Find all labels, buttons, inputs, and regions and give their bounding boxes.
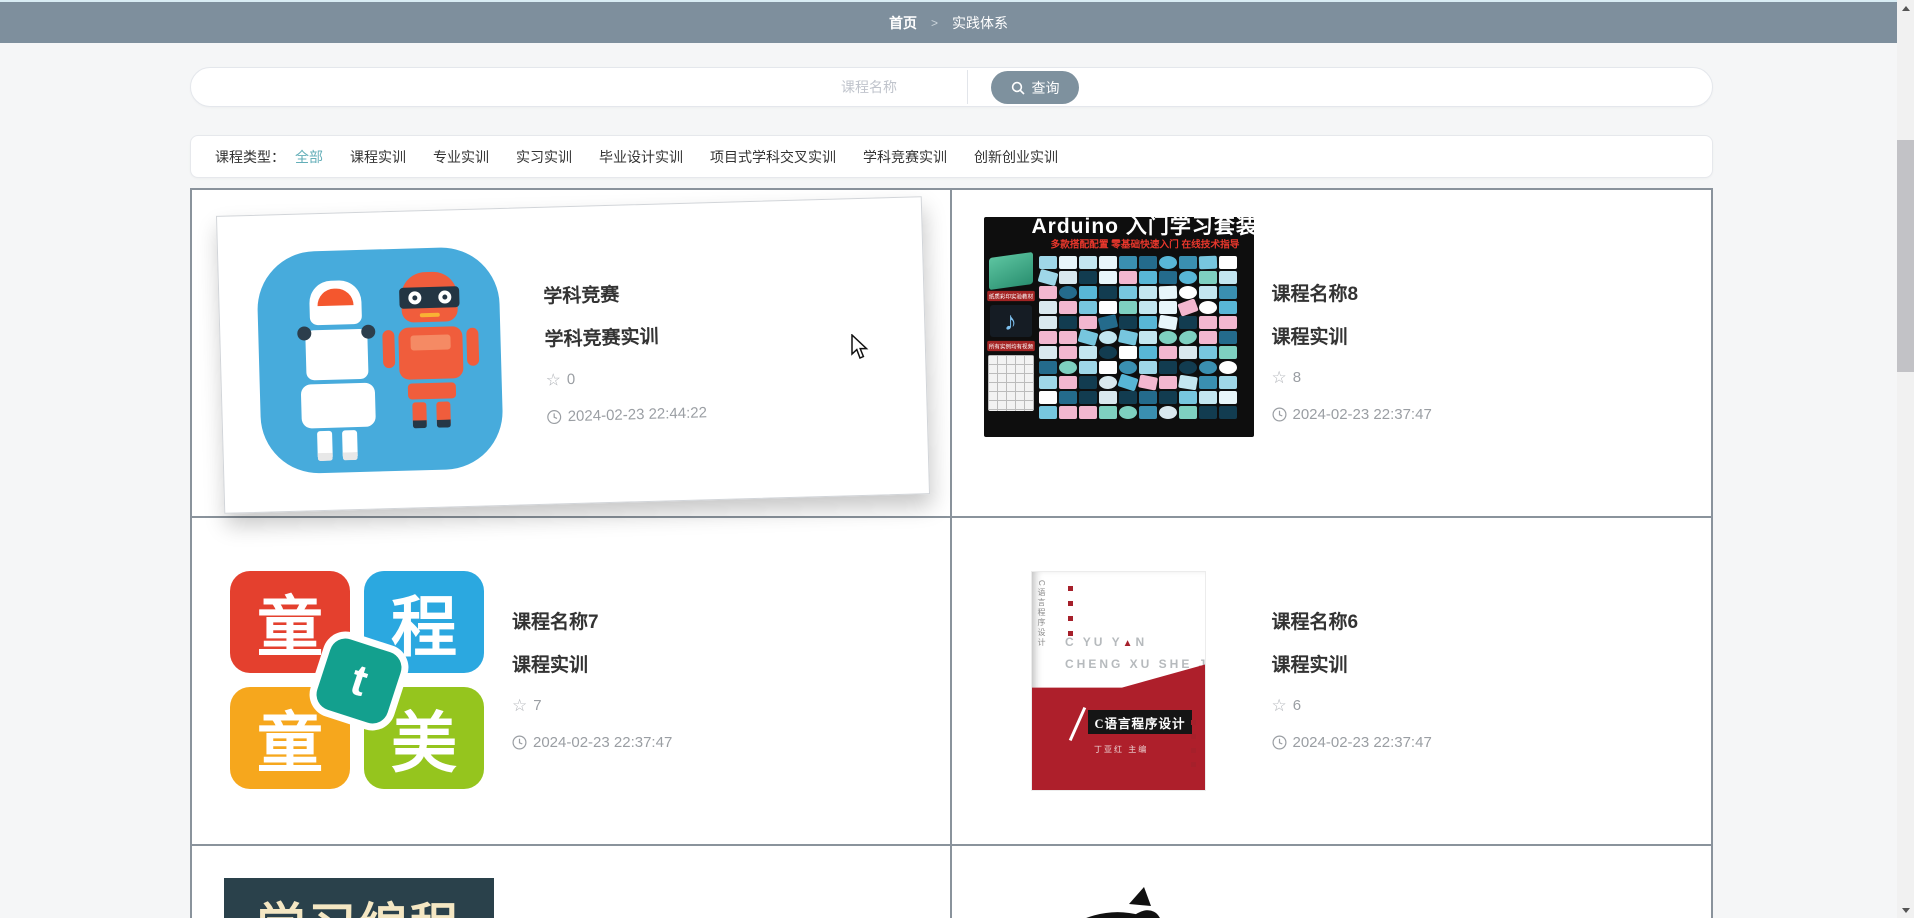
filter-option-1[interactable]: 课程实训 (350, 147, 406, 167)
course-info: 课程名称8 课程实训 ☆ 8 2024-02-23 22:37:47 (1272, 282, 1432, 425)
clock-icon (512, 735, 527, 750)
page: 首页 > 实践体系 查询 课程类型： 全部 课程实训 专业实训 实习实训 毕业设… (0, 0, 1914, 918)
course-image: Arduino 入门学习套装 多款搭配配置 零基础快速入门 在线技术指导 纸质彩… (983, 217, 1254, 437)
music-note-icon: ♪ (989, 305, 1032, 337)
course-image: C语言程序设计 C YU Y▲N CHENG XU SHE JI C语言程序设计 … (984, 571, 1254, 791)
search-icon (1011, 81, 1025, 95)
course-time: 2024-02-23 22:37:47 (533, 733, 673, 751)
course-info: 学科竞赛 学科竞赛实训 ☆ 0 2024-02-23 22:44:22 (543, 280, 707, 427)
filter-option-3[interactable]: 实习实训 (516, 147, 572, 167)
search-divider (967, 70, 968, 104)
timestamp-row: 2024-02-23 22:44:22 (546, 403, 707, 427)
scrollbar-up-arrow[interactable] (1897, 0, 1914, 16)
arduino-label-1: 纸质彩印实验教材 (986, 290, 1035, 302)
breadcrumb-home-link[interactable]: 首页 (889, 13, 917, 33)
white-robot-figure (297, 279, 382, 462)
search-button-label: 查询 (1031, 79, 1060, 96)
course-time: 2024-02-23 22:44:22 (567, 403, 708, 425)
course-card-cell[interactable]: 学习编程 (192, 846, 952, 918)
robots-illustration (256, 246, 505, 475)
search-input[interactable] (211, 69, 927, 105)
star-count-row: ☆ 6 (1272, 696, 1432, 716)
course-name: 课程名称8 (1271, 283, 1359, 305)
course-card-cell[interactable] (951, 846, 1711, 918)
breadcrumb: 首页 > 实践体系 (0, 2, 1897, 43)
arduino-title: Arduino 入门学习套装 (1031, 217, 1254, 238)
course-time: 2024-02-23 22:37:47 (1292, 733, 1432, 751)
main-content: 查询 课程类型： 全部 课程实训 专业实训 实习实训 毕业设计实训 项目式学科交… (190, 43, 1713, 918)
c-language-book-cover: C语言程序设计 C YU Y▲N CHENG XU SHE JI C语言程序设计 … (1031, 571, 1206, 791)
component-thumbnails-grid (1037, 255, 1251, 434)
filter-option-4[interactable]: 毕业设计实训 (599, 147, 683, 167)
arduino-kit-collage: Arduino 入门学习套装 多款搭配配置 零基础快速入门 在线技术指导 纸质彩… (983, 217, 1254, 437)
course-grid: 学科竞赛 学科竞赛实训 ☆ 0 2024-02-23 22:44:22 Ardui… (190, 188, 1713, 918)
course-name: 课程名称7 (512, 611, 599, 633)
star-count: 6 (1292, 696, 1302, 714)
course-image: 童 程 童 美 t (224, 571, 494, 791)
breadcrumb-separator: > (930, 15, 938, 30)
star-icon: ☆ (1271, 368, 1287, 387)
course-type: 课程实训 (1271, 654, 1348, 676)
tongcheng-tongmei-logo: 童 程 童 美 t (230, 571, 488, 791)
course-name: 学科竞赛 (543, 284, 620, 308)
course-name: 课程名称6 (1271, 611, 1359, 633)
course-type: 课程实训 (512, 654, 589, 676)
clock-icon (1271, 407, 1287, 422)
arduino-left-column: 纸质彩印实验教材 ♪ 所有实例均有视频 (986, 251, 1036, 435)
vertical-scrollbar[interactable] (1897, 0, 1914, 918)
filter-option-all[interactable]: 全部 (295, 147, 323, 167)
panda-ink-sketch (1086, 887, 1162, 918)
schematic-grid-icon (987, 355, 1034, 411)
course-card-cell: 学科竞赛 学科竞赛实训 ☆ 0 2024-02-23 22:44:22 (192, 190, 952, 518)
course-type: 学科竞赛实训 (544, 326, 659, 351)
search-bar: 查询 (190, 67, 1713, 107)
star-count-row: ☆ 0 (545, 366, 706, 390)
course-card-cell[interactable]: 童 程 童 美 t 课程名称7 课程实训 ☆ 7 2024-02-23 22:37… (192, 518, 952, 846)
filter-option-2[interactable]: 专业实训 (433, 147, 489, 167)
course-info: 课程名称7 课程实训 ☆ 7 2024-02-23 22:37:47 (512, 610, 672, 753)
filter-option-7[interactable]: 创新创业实训 (974, 147, 1058, 167)
filter-label: 课程类型： (215, 148, 285, 165)
course-info: 课程名称6 课程实训 ☆ 6 2024-02-23 22:37:47 (1272, 610, 1432, 753)
star-icon: ☆ (545, 370, 562, 390)
book-title-band: C语言程序设计 (1088, 710, 1192, 734)
timestamp-row: 2024-02-23 22:37:47 (1271, 405, 1432, 425)
course-image (984, 878, 1254, 918)
course-type-filter-bar: 课程类型： 全部 课程实训 专业实训 实习实训 毕业设计实训 项目式学科交叉实训… (190, 135, 1713, 178)
scrollbar-thumb[interactable] (1897, 140, 1914, 372)
filter-option-6[interactable]: 学科竞赛实训 (863, 147, 947, 167)
star-count-row: ☆ 7 (512, 696, 672, 716)
arduino-label-2: 所有实例均有视频 (986, 340, 1035, 352)
filter-option-5[interactable]: 项目式学科交叉实训 (710, 147, 836, 167)
orange-robot-figure (382, 271, 480, 429)
star-count: 0 (566, 370, 576, 388)
course-card-tilted[interactable]: 学科竞赛 学科竞赛实训 ☆ 0 2024-02-23 22:44:22 (215, 196, 931, 514)
course-time: 2024-02-23 22:37:47 (1292, 405, 1432, 423)
course-image: 学习编程 (224, 878, 494, 918)
star-count: 7 (533, 696, 542, 714)
search-button[interactable]: 查询 (991, 71, 1079, 104)
course-card-cell[interactable]: C语言程序设计 C YU Y▲N CHENG XU SHE JI C语言程序设计 … (951, 518, 1711, 846)
scrollbar-down-arrow[interactable] (1897, 902, 1914, 918)
arduino-subtitle: 多款搭配配置 零基础快速入门 在线技术指导 (1050, 239, 1239, 251)
star-icon: ☆ (1271, 696, 1287, 715)
breadcrumb-current: 实践体系 (952, 14, 1008, 31)
star-count-row: ☆ 8 (1272, 368, 1432, 388)
timestamp-row: 2024-02-23 22:37:47 (1271, 733, 1432, 753)
clock-icon (1271, 735, 1287, 750)
star-icon: ☆ (512, 696, 528, 715)
course-type: 课程实训 (1271, 326, 1348, 348)
green-book-icon (988, 251, 1033, 291)
clock-icon (547, 410, 562, 425)
timestamp-row: 2024-02-23 22:37:47 (512, 733, 672, 753)
course-card-cell[interactable]: Arduino 入门学习套装 多款搭配配置 零基础快速入门 在线技术指导 纸质彩… (951, 190, 1711, 518)
learn-programming-banner: 学习编程 (224, 878, 494, 918)
star-count: 8 (1292, 368, 1302, 386)
top-navbar: 首页 > 实践体系 (0, 2, 1897, 43)
